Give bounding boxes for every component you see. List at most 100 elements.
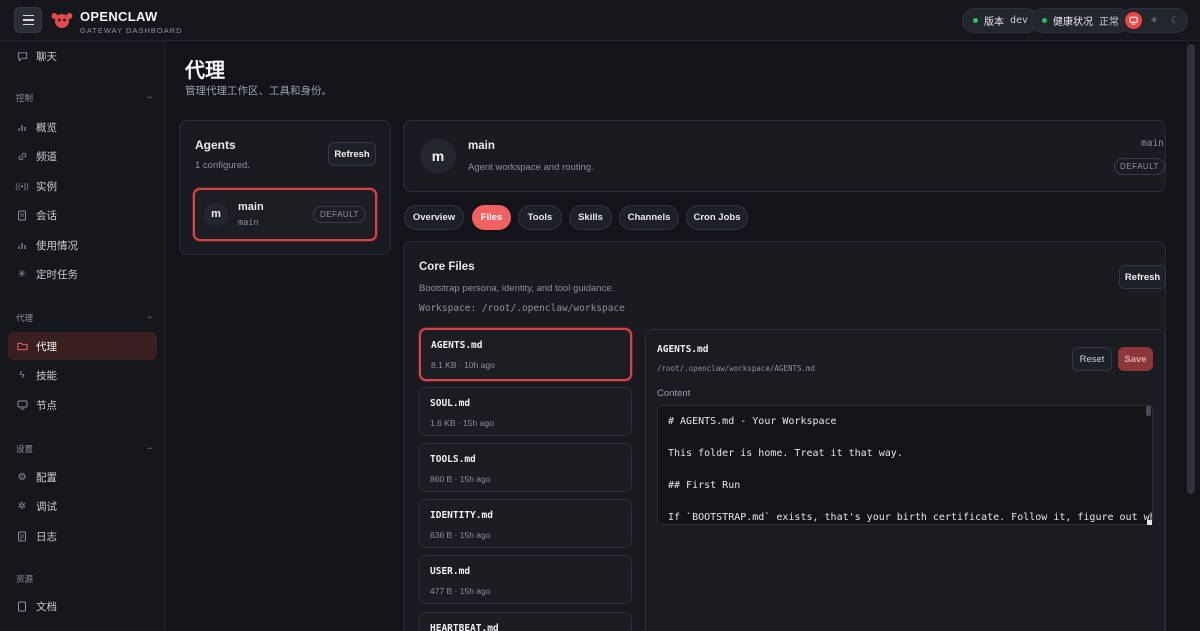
core-files-subtitle: Bootstrap persona, identity, and tool gu…	[419, 283, 615, 294]
file-name: SOUL.md	[430, 398, 471, 409]
file-name: IDENTITY.md	[430, 510, 493, 521]
editor-scrollbar[interactable]	[1146, 406, 1151, 416]
save-button[interactable]: Save	[1118, 347, 1153, 371]
agent-header-avatar: m	[420, 138, 456, 174]
agent-header-name: main	[468, 140, 495, 152]
sun-icon[interactable]: ☀	[1150, 15, 1158, 26]
agent-id: main	[238, 218, 259, 228]
sidebar-item-channels[interactable]: 频道	[8, 142, 157, 170]
sidebar-item-config[interactable]: ⚙ 配置	[8, 463, 157, 491]
page-scrollbar[interactable]	[1187, 44, 1195, 494]
version-value: dev	[1010, 15, 1029, 26]
health-pill: 健康状况 正常	[1031, 8, 1130, 33]
file-item-agents[interactable]: AGENTS.md 8.1 KB · 10h ago	[419, 328, 632, 381]
moon-icon[interactable]: ☾	[1171, 15, 1179, 26]
tab-files[interactable]: Files	[472, 205, 511, 230]
editor-line: ## First Run	[668, 480, 741, 491]
sidebar-item-label: 代理	[36, 340, 57, 353]
file-name: USER.md	[430, 566, 471, 577]
book-icon	[16, 600, 28, 612]
document-icon	[16, 209, 28, 221]
sidebar-item-label: 日志	[36, 530, 57, 543]
content-textarea[interactable]: # AGENTS.md - Your Workspace This folder…	[657, 405, 1153, 525]
section-resources: 资源	[16, 573, 152, 585]
folder-icon	[16, 340, 28, 352]
section-control[interactable]: 控制 −	[16, 92, 152, 104]
health-status-dot	[1042, 18, 1047, 23]
file-meta: 8.1 KB · 10h ago	[431, 360, 495, 370]
system-theme-button[interactable]	[1125, 12, 1142, 29]
sidebar-item-label: 技能	[36, 369, 57, 382]
agent-header-description: Agent workspace and routing.	[468, 162, 594, 173]
section-agents[interactable]: 代理 −	[16, 312, 152, 324]
agent-avatar: m	[204, 202, 228, 226]
collapse-icon[interactable]: −	[147, 443, 152, 455]
file-item-heartbeat[interactable]: HEARTBEAT.md	[419, 612, 632, 631]
sidebar-item-logs[interactable]: 日志	[8, 522, 157, 550]
file-meta: 860 B · 15h ago	[430, 474, 491, 484]
sidebar-item-agents[interactable]: 代理	[8, 332, 157, 360]
agent-name: main	[238, 201, 264, 213]
agent-header-card	[403, 120, 1166, 192]
sidebar-item-overview[interactable]: 概览	[8, 113, 157, 141]
file-meta: 636 B · 15h ago	[430, 530, 491, 540]
bar-chart-icon	[16, 121, 28, 133]
core-files-refresh-button[interactable]: Refresh	[1119, 265, 1166, 289]
sidebar-item-docs[interactable]: 文档	[8, 592, 157, 620]
editor-line: If `BOOTSTRAP.md` exists, that's your bi…	[668, 512, 1153, 523]
sidebar-item-sessions[interactable]: 会话	[8, 201, 157, 229]
workspace-path: Workspace: /root/.openclaw/workspace	[419, 303, 625, 314]
section-label: 资源	[16, 574, 34, 584]
editor-line: # AGENTS.md - Your Workspace	[668, 416, 837, 427]
sidebar-item-nodes[interactable]: 节点	[8, 391, 157, 419]
sidebar-item-skills[interactable]: ϟ 技能	[8, 361, 157, 389]
content-label: Content	[657, 388, 691, 399]
app-title: OPENCLAW	[80, 9, 158, 24]
tab-cron-jobs[interactable]: Cron Jobs	[686, 205, 748, 230]
resize-handle[interactable]	[1147, 520, 1152, 525]
version-status-dot	[973, 18, 978, 23]
agent-header-id: main	[1141, 138, 1164, 149]
file-item-user[interactable]: USER.md 477 B · 15h ago	[419, 555, 632, 604]
tab-channels[interactable]: Channels	[619, 205, 679, 230]
sidebar-item-label: 节点	[36, 399, 57, 412]
loader-icon: ✳	[17, 268, 27, 280]
reset-button[interactable]: Reset	[1072, 347, 1112, 371]
sidebar-item-instances[interactable]: ((•)) 实例	[8, 172, 157, 200]
gear-icon: ⚙	[17, 471, 27, 483]
brand: OPENCLAW GATEWAY DASHBOARD	[80, 9, 183, 35]
sidebar-item-label: 调试	[36, 500, 57, 513]
file-item-tools[interactable]: TOOLS.md 860 B · 15h ago	[419, 443, 632, 492]
tab-overview[interactable]: Overview	[404, 205, 464, 230]
sidebar-item-label: 会话	[36, 209, 57, 222]
log-file-icon	[16, 530, 28, 542]
section-settings[interactable]: 设置 −	[16, 443, 152, 455]
file-item-identity[interactable]: IDENTITY.md 636 B · 15h ago	[419, 499, 632, 548]
sidebar-item-debug[interactable]: ✲ 调试	[8, 492, 157, 520]
agents-title: Agents	[195, 138, 236, 152]
broadcast-icon: ((•))	[15, 181, 29, 191]
sidebar-item-cron[interactable]: ✳ 定时任务	[8, 260, 157, 288]
sidebar-item-chat[interactable]: 聊天	[8, 42, 157, 70]
file-item-soul[interactable]: SOUL.md 1.6 KB · 15h ago	[419, 387, 632, 436]
section-label: 代理	[16, 313, 34, 323]
agent-header-default-badge: DEFAULT	[1114, 158, 1165, 175]
collapse-icon[interactable]: −	[147, 312, 152, 324]
tab-tools[interactable]: Tools	[518, 205, 562, 230]
sidebar-item-label: 配置	[36, 471, 57, 484]
agents-count: 1 configured.	[195, 160, 250, 171]
file-name: HEARTBEAT.md	[430, 623, 499, 631]
sidebar-item-usage[interactable]: 使用情况	[8, 231, 157, 259]
collapse-icon[interactable]: −	[147, 92, 152, 104]
menu-toggle-button[interactable]	[14, 7, 42, 33]
page-title: 代理	[185, 60, 225, 82]
core-files-title: Core Files	[419, 261, 475, 273]
section-label: 控制	[16, 93, 34, 103]
sidebar-item-label: 定时任务	[36, 268, 78, 281]
sidebar-item-label: 聊天	[36, 50, 57, 63]
tab-skills[interactable]: Skills	[569, 205, 612, 230]
agents-refresh-button[interactable]: Refresh	[328, 142, 376, 166]
file-meta: 1.6 KB · 15h ago	[430, 418, 494, 428]
